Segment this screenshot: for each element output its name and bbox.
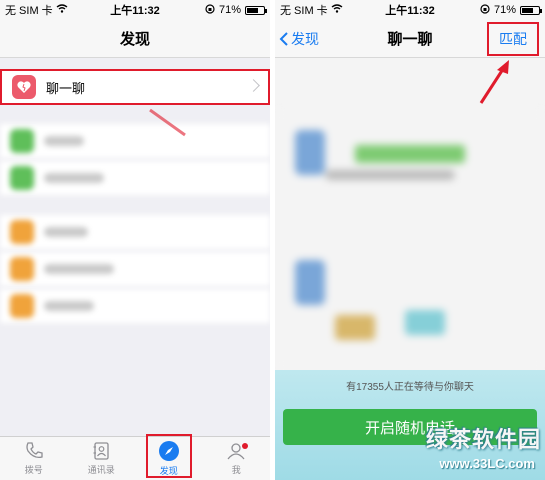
arrow-icon [479,60,509,104]
blurred-row [0,161,270,195]
blurred-row [0,289,270,323]
match-button[interactable]: 匹配 [487,22,539,56]
status-time: 上午11:32 [385,5,435,17]
battery-icon [520,5,542,15]
heart-icon [12,75,36,99]
tab-label: 我 [231,465,241,475]
blurred-row [0,252,270,286]
blurred-row [0,215,270,249]
arrow-icon [149,108,186,137]
tab-me[interactable]: 我 [203,437,271,480]
battery-icon [245,5,267,15]
contacts-icon [93,442,109,460]
tab-label: 通讯录 [87,465,115,475]
tab-label: 拨号 [24,465,43,475]
nav-bar: 发现 聊一聊 匹配 [275,20,545,58]
chevron-left-icon [279,32,288,46]
blurred-content [275,110,545,370]
phone-icon [26,442,43,459]
status-bar: 无 SIM 卡 上午11:32 71% [0,0,270,20]
highlight-box [146,434,192,478]
waiting-count-text: 有17355人正在等待与你聊天 [346,382,474,393]
battery-fill [522,7,534,13]
status-bar: 无 SIM 卡 上午11:32 71% [275,0,545,20]
menu-item-label: 聊一聊 [46,80,86,96]
page-title: 发现 [119,31,150,48]
chat-screen: 无 SIM 卡 上午11:32 71% 发现 聊一聊 匹配 有17355人正在等… [275,0,545,480]
watermark-url: www.33LC.com [439,456,535,471]
back-button[interactable]: 发现 [279,20,319,58]
discover-screen: 无 SIM 卡 上午11:32 71% 发现 聊一聊 拨号 通讯录 发现 我 [0,0,270,480]
page-title: 聊一聊 [387,31,433,48]
tab-contacts[interactable]: 通讯录 [68,437,136,480]
chevron-right-icon [247,79,260,92]
back-label: 发现 [291,31,319,47]
watermark-text: 绿茶软件园 [425,427,541,452]
battery-fill [247,7,259,13]
notification-badge [242,443,249,449]
tab-bar: 拨号 通讯录 发现 我 [0,436,270,480]
tab-dialer[interactable]: 拨号 [0,437,68,480]
nav-bar: 发现 [0,20,270,58]
status-time: 上午11:32 [110,5,160,17]
